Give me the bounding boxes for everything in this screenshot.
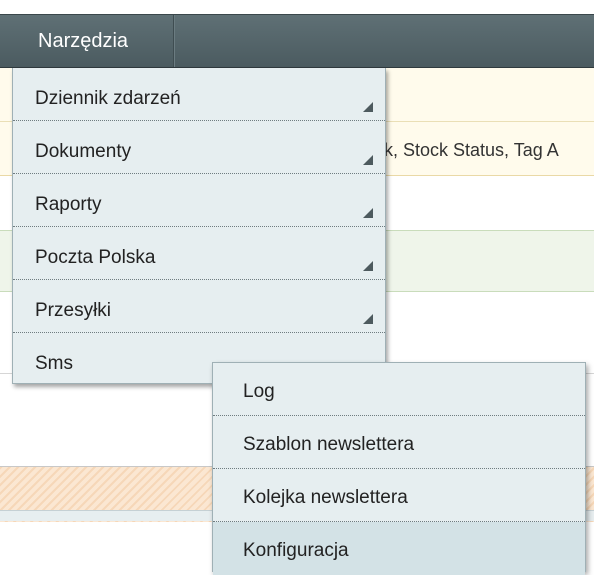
submenu-item-label: Konfiguracja <box>243 540 349 561</box>
submenu-item-label: Log <box>243 381 275 402</box>
submenu-item-label: Kolejka newslettera <box>243 487 408 508</box>
submenu-arrow-icon <box>363 155 373 165</box>
menu-item-label: Przesyłki <box>35 300 112 321</box>
submenu-arrow-icon <box>363 314 373 324</box>
nav-tab-narzedzia[interactable]: Narzędzia <box>12 15 174 67</box>
sms-submenu: Log Szablon newslettera Kolejka newslett… <box>212 362 586 575</box>
submenu-arrow-icon <box>363 208 373 218</box>
menu-item-dokumenty[interactable]: Dokumenty <box>13 121 385 174</box>
menu-item-label: Raporty <box>35 194 102 215</box>
submenu-item-log[interactable]: Log <box>213 363 585 416</box>
menu-item-raporty[interactable]: Raporty <box>13 174 385 227</box>
submenu-item-konfiguracja[interactable]: Konfiguracja <box>213 522 585 575</box>
top-navigation-bar: Narzędzia <box>0 14 594 68</box>
notice-message-text: k, Stock Status, Tag A <box>384 140 559 160</box>
menu-item-dziennik-zdarzen[interactable]: Dziennik zdarzeń <box>13 68 385 121</box>
submenu-arrow-icon <box>363 102 373 112</box>
menu-item-label: Poczta Polska <box>35 247 156 268</box>
submenu-item-label: Szablon newslettera <box>243 434 415 455</box>
menu-item-poczta-polska[interactable]: Poczta Polska <box>13 227 385 280</box>
submenu-arrow-icon <box>363 261 373 271</box>
submenu-item-szablon-newslettera[interactable]: Szablon newslettera <box>213 416 585 469</box>
menu-item-label: Sms <box>35 353 73 374</box>
narzedzia-dropdown-menu: Dziennik zdarzeń Dokumenty Raporty Poczt… <box>12 68 386 384</box>
submenu-item-kolejka-newslettera[interactable]: Kolejka newslettera <box>213 469 585 522</box>
menu-item-label: Dziennik zdarzeń <box>35 88 181 109</box>
menu-item-label: Dokumenty <box>35 141 132 162</box>
menu-item-przesylki[interactable]: Przesyłki <box>13 280 385 333</box>
